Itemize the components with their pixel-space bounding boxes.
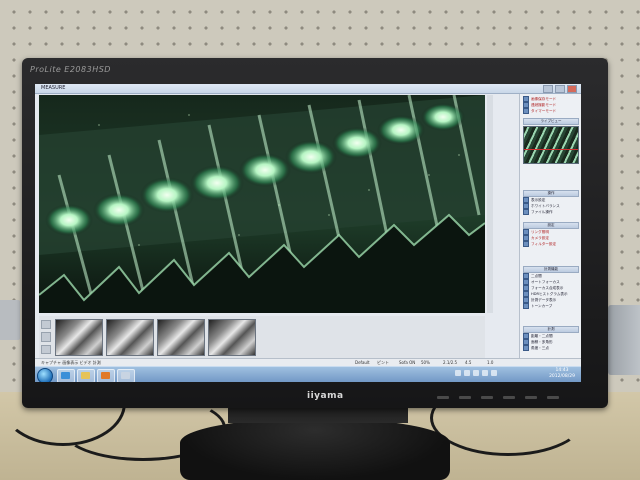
curve-icon: [523, 303, 529, 309]
settings-item-label[interactable]: フィルター設定: [531, 241, 556, 247]
tray-icon[interactable]: [473, 370, 479, 376]
app-window-icon: [121, 372, 130, 379]
timer-icon: [523, 108, 529, 114]
monitor-button[interactable]: [481, 396, 493, 399]
media-icon: [101, 372, 110, 379]
maximize-button[interactable]: [555, 85, 565, 93]
window-titlebar: MEASURE: [35, 84, 581, 94]
thumbnail-image[interactable]: [157, 319, 205, 356]
power-button[interactable]: [547, 396, 559, 399]
side-device-right: [608, 305, 640, 375]
filter-icon: [523, 241, 529, 247]
right-control-panel: 画像保存モード 連続撮影モード タイマーモード ライブビュー 操作 表示設定 ホ…: [519, 94, 581, 358]
status-cell: 50%: [421, 360, 430, 365]
thumb-tool-icon[interactable]: [41, 332, 51, 342]
measurement-header: 計測: [523, 326, 579, 333]
side-device-left: [0, 300, 20, 340]
tray-icon[interactable]: [464, 370, 470, 376]
folder-icon: [523, 209, 529, 215]
status-cell: ピント: [377, 360, 389, 365]
thumbnail-image[interactable]: [106, 319, 154, 356]
status-cell: 1.0: [487, 360, 494, 365]
thumb-tool-icon[interactable]: [41, 344, 51, 354]
settings-group: 設定 リング照明 カメラ設定 フィルター設定: [523, 222, 579, 247]
tray-icon[interactable]: [482, 370, 488, 376]
tray-icon[interactable]: [491, 370, 497, 376]
taskbar-explorer-button[interactable]: [77, 369, 95, 382]
status-cell: Default: [355, 360, 370, 365]
taskbar-ie-button[interactable]: [57, 369, 75, 382]
view-scrollbar[interactable]: [487, 95, 493, 313]
folder-icon: [81, 372, 90, 379]
taskbar-clock[interactable]: 14:43 2012/08/29: [549, 368, 575, 380]
measurement-function-group: 計測機能 二点間 オートフォーカス フォーカス合成表示 HDRヒストグラム表示 …: [523, 266, 579, 309]
preview-group: ライブビュー: [523, 118, 579, 164]
status-bar: キャプチャ 画像表示 ビデオ 計測 Default ピント Sofa ON 50…: [35, 358, 581, 366]
monitor-model-label: ProLite E2083HSD: [30, 65, 111, 74]
monitor-button[interactable]: [437, 396, 449, 399]
settings-header: 設定: [523, 222, 579, 229]
system-tray: [455, 370, 497, 376]
start-button[interactable]: [37, 368, 53, 382]
mode-group: 画像保存モード 連続撮影モード タイマーモード: [523, 96, 579, 114]
status-cell: 4.5: [465, 360, 472, 365]
angle-icon: [523, 345, 529, 351]
monitor-buttons[interactable]: [437, 396, 567, 402]
function-item-label[interactable]: トーンカーブ: [531, 303, 552, 309]
status-cell: 2.1/2.5: [443, 360, 458, 365]
thumbnail-image[interactable]: [55, 319, 103, 356]
status-left-text: キャプチャ 画像表示 ビデオ 計測: [41, 360, 101, 365]
preview-header: ライブビュー: [523, 118, 579, 125]
measurement-function-header: 計測機能: [523, 266, 579, 273]
tray-icon[interactable]: [455, 370, 461, 376]
monitor-stand-base: [180, 418, 450, 480]
window-title: MEASURE: [41, 85, 66, 91]
operation-group: 操作 表示設定 ホワイトバランス ファイル操作: [523, 190, 579, 215]
taskbar-app-button[interactable]: [117, 369, 135, 382]
monitor-brand-logo: iiyama: [307, 391, 344, 401]
taskbar-media-button[interactable]: [97, 369, 115, 382]
screen: MEASURE 画像保存モード 連続撮影モード タイマーモード ライブビュー 操…: [35, 84, 581, 382]
status-cell: Sofa ON: [399, 360, 416, 365]
minimize-button[interactable]: [543, 85, 553, 93]
preview-marker-line: [524, 149, 578, 150]
thumbnail-strip: [39, 316, 485, 358]
operation-item-label[interactable]: ファイル操作: [531, 209, 553, 215]
thumb-tool-icon[interactable]: [41, 320, 51, 330]
measure-item-label[interactable]: 角度・三点: [531, 345, 549, 351]
thumbnail-image[interactable]: [208, 319, 256, 356]
microscope-live-view[interactable]: [39, 95, 485, 313]
clock-date: 2012/08/29: [549, 374, 575, 379]
live-preview-thumbnail[interactable]: [523, 126, 579, 164]
monitor-button[interactable]: [503, 396, 515, 399]
mode-item-label[interactable]: タイマーモード: [531, 108, 556, 114]
browser-icon: [61, 372, 70, 379]
operation-header: 操作: [523, 190, 579, 197]
measurement-group: 計測 距離・二点間 面積・多角形 角度・三点: [523, 326, 579, 351]
taskbar: 14:43 2012/08/29: [35, 366, 581, 382]
monitor-button[interactable]: [525, 396, 537, 399]
monitor-button[interactable]: [459, 396, 471, 399]
close-button[interactable]: [567, 85, 577, 93]
specimen-image: [39, 95, 485, 313]
